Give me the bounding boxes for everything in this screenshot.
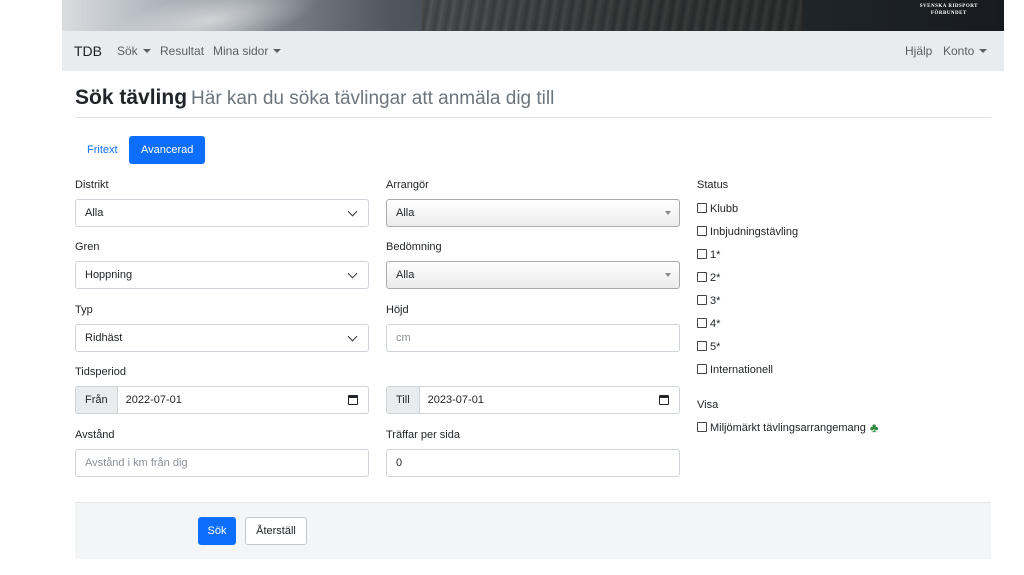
nav-mina-sidor-dropdown[interactable]: Mina sidor [213,31,282,71]
date-from-addon: Från [75,386,118,414]
typ-label: Typ [75,304,93,316]
nav-hjalp-link[interactable]: Hjälp [905,31,932,71]
avstand-input[interactable]: Avstånd i km från dig [75,449,369,477]
ridsport-logo: SVENSKA RIDSPORT FÖRBUNDET [919,4,978,16]
date-to-value: 2023-07-01 [427,394,484,406]
page-title: Sök tävling [75,86,188,109]
caret-down-icon [142,49,151,53]
checkbox-label: Internationell [710,364,773,376]
avstand-placeholder: Avstånd i km från dig [85,457,188,469]
nav-konto-label: Konto [943,44,975,58]
bedomning-value: Alla [396,269,415,281]
status-checkbox-1star[interactable]: 1* [697,248,720,262]
date-to-input[interactable]: 2023-07-01 [419,386,680,414]
checkbox[interactable] [697,249,707,259]
status-checkbox-2star[interactable]: 2* [697,271,720,285]
checkbox-label: Miljömärkt tävlingsarrangemang [710,422,866,434]
hojd-placeholder: cm [396,332,411,344]
gren-select[interactable]: Hoppning [75,261,369,289]
search-button[interactable]: Sök [198,517,236,545]
checkbox[interactable] [697,226,707,236]
typ-value: Ridhäst [85,332,123,344]
caret-down-icon [979,49,988,53]
status-checkbox-internationell[interactable]: Internationell [697,363,773,377]
distrikt-select[interactable]: Alla [75,199,369,227]
status-checkbox-inbjudningstavling[interactable]: Inbjudningstävling [697,225,798,239]
date-from-group: Från 2022-07-01 [75,386,369,414]
hojd-input[interactable]: cm [386,324,680,352]
triangle-down-icon [665,273,671,277]
top-navbar: TDB Sök Resultat Mina sidor Hjälp Konto [62,31,1004,71]
tidsperiod-label: Tidsperiod [75,366,126,378]
date-to-group: Till 2023-07-01 [386,386,680,414]
arrangor-label: Arrangör [386,179,429,191]
status-label: Status [697,179,729,191]
chevron-down-icon [347,331,358,342]
nav-resultat-link[interactable]: Resultat [160,31,204,71]
arrangor-select[interactable]: Alla [386,199,680,227]
checkbox[interactable] [697,318,707,328]
tab-fritext[interactable]: Fritext [75,136,130,164]
checkbox-label: 4* [710,318,721,330]
checkbox-label: 5* [710,341,721,353]
checkbox-label: 2* [710,272,721,284]
traffar-label: Träffar per sida [386,429,460,441]
distrikt-label: Distrikt [75,179,109,191]
arrangor-value: Alla [396,207,415,219]
nav-sok-label: Sök [117,44,138,58]
caret-down-icon [273,49,282,53]
checkbox[interactable] [697,272,707,282]
brand-link[interactable]: TDB [74,31,102,71]
page-subtitle: Här kan du söka tävlingar att anmäla dig… [191,88,555,109]
triangle-down-icon [665,211,671,215]
checkbox[interactable] [697,341,707,351]
bedomning-label: Bedömning [386,241,442,253]
status-checkbox-3star[interactable]: 3* [697,294,720,308]
distrikt-value: Alla [85,207,104,219]
tab-avancerad[interactable]: Avancerad [129,136,206,164]
gren-label: Gren [75,241,100,253]
typ-select[interactable]: Ridhäst [75,324,369,352]
checkbox[interactable] [697,364,707,374]
checkbox-label: Klubb [710,203,739,215]
calendar-icon[interactable] [659,395,669,405]
avstand-label: Avstånd [75,429,115,441]
visa-label: Visa [697,399,719,411]
checkbox-label: 1* [710,249,721,261]
status-checkbox-5star[interactable]: 5* [697,340,720,354]
calendar-icon[interactable] [348,395,358,405]
chevron-down-icon [347,206,358,217]
date-to-addon: Till [386,386,420,414]
checkbox-label: Inbjudningstävling [710,226,799,238]
nav-sok-dropdown[interactable]: Sök [117,31,151,71]
date-from-input[interactable]: 2022-07-01 [117,386,369,414]
checkbox-label: 3* [710,295,721,307]
checkbox[interactable] [697,422,707,432]
hojd-label: Höjd [386,304,409,316]
nav-konto-dropdown[interactable]: Konto [943,31,988,71]
clover-icon: ♣ [869,420,879,435]
traffar-value: 0 [396,457,403,469]
page-header: Sök tävling Här kan du söka tävlingar att… [75,86,991,118]
status-checkbox-4star[interactable]: 4* [697,317,720,331]
reset-button[interactable]: Återställ [245,517,307,545]
bedomning-select[interactable]: Alla [386,261,680,289]
date-from-value: 2022-07-01 [125,394,182,406]
status-checkbox-klubb[interactable]: Klubb [697,202,738,216]
checkbox[interactable] [697,203,707,213]
chevron-down-icon [347,268,358,279]
nav-mina-sidor-label: Mina sidor [213,44,269,58]
gren-value: Hoppning [85,269,133,281]
visa-checkbox-miljomarkt[interactable]: Miljömärkt tävlingsarrangemang ♣ [697,421,878,435]
header-banner: SVENSKA RIDSPORT FÖRBUNDET [62,0,1004,31]
checkbox[interactable] [697,295,707,305]
traffar-input[interactable]: 0 [386,449,680,477]
